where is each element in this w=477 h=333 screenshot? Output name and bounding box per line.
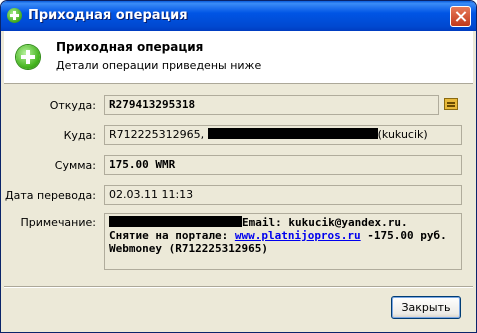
add-icon	[16, 45, 40, 69]
note-email: Email: kukucik@yandex.ru.	[242, 216, 408, 229]
window-close-button[interactable]	[450, 6, 471, 27]
header-title: Приходная операция	[56, 40, 204, 54]
to-field[interactable]: R712225312965, (kukucik)	[104, 125, 462, 145]
header-subtitle: Детали операции приведены ниже	[56, 59, 262, 72]
note-field[interactable]: Email: kukucik@yandex.ru. Снятие на порт…	[104, 213, 462, 270]
note-label: Примечание:	[20, 216, 96, 229]
redacted-block	[207, 128, 378, 139]
date-label: Дата перевода:	[5, 189, 96, 202]
from-label: Откуда:	[49, 99, 96, 112]
portal-link[interactable]: www.platnijopros.ru	[235, 229, 361, 242]
redacted-block	[109, 216, 242, 227]
window-title: Приходная операция	[28, 8, 188, 23]
note-line: Email: kukucik@yandex.ru.	[109, 216, 457, 229]
note-text: -175.00 руб.	[360, 229, 447, 242]
add-icon	[7, 8, 22, 23]
dialog-window: Приходная операция Приходная операция Де…	[0, 0, 477, 333]
title-bar[interactable]: Приходная операция	[1, 1, 476, 31]
to-nickname: (kukucik)	[377, 128, 428, 141]
to-label: Куда:	[63, 129, 96, 142]
date-field[interactable]: 02.03.11 11:13	[104, 185, 462, 205]
note-line: Снятие на портале: www.platnijopros.ru -…	[109, 229, 457, 242]
note-text: Снятие на портале:	[109, 229, 235, 242]
wallet-icon[interactable]	[444, 98, 458, 110]
amount-field[interactable]: 175.00 WMR	[104, 155, 462, 175]
from-field[interactable]: R279413295318	[104, 95, 439, 115]
divider	[4, 286, 473, 288]
dialog-header: Приходная операция Детали операции приве…	[4, 31, 473, 84]
note-line: Webmoney (R712225312965)	[109, 242, 268, 255]
amount-label: Сумма:	[54, 159, 96, 172]
to-wallet: R712225312965,	[109, 128, 205, 141]
close-button[interactable]: Закрыть	[391, 296, 461, 319]
